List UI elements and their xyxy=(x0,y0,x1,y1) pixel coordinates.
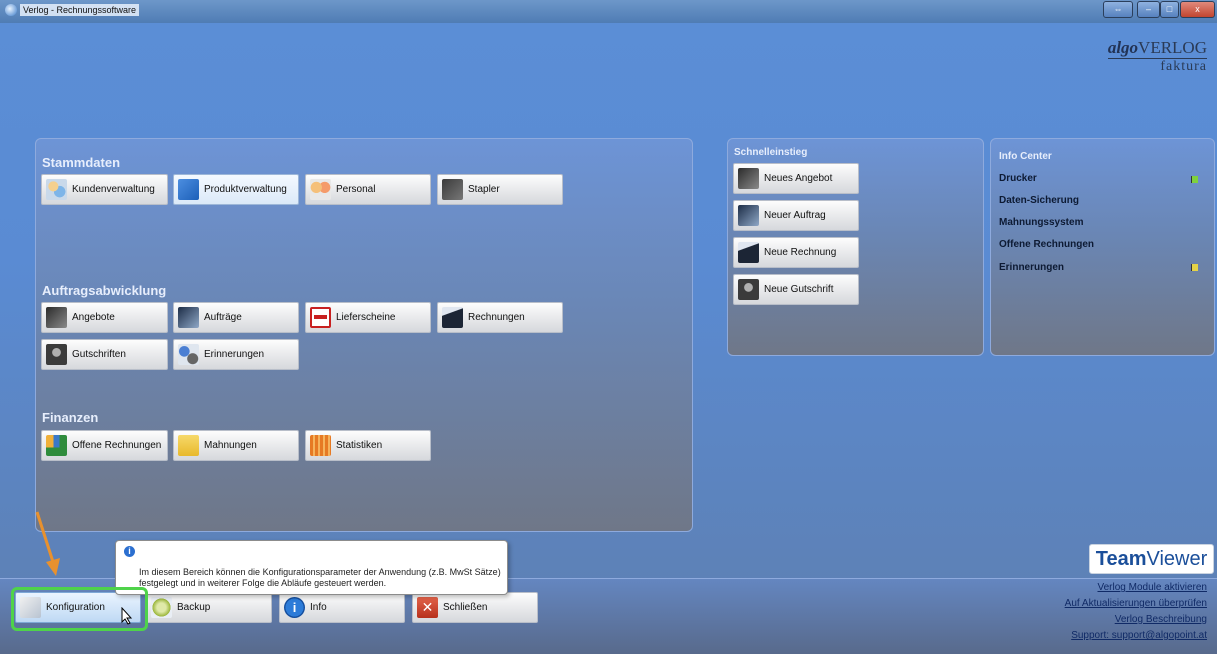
button-label: Neue Gutschrift xyxy=(764,284,834,295)
teamviewer-logo: TeamViewer xyxy=(1089,544,1214,574)
button-label: Personal xyxy=(336,184,376,195)
backup-icon xyxy=(151,597,172,618)
brand-logo: algoVERLOG faktura xyxy=(1107,38,1207,75)
button-label: Kundenverwaltung xyxy=(72,184,155,195)
tooltip-line-2: festgelegt und in weiterer Folge die Abl… xyxy=(139,578,387,588)
neue-rechnung-button[interactable]: Neue Rechnung xyxy=(733,237,859,268)
button-label: Aufträge xyxy=(204,312,242,323)
maximize-button[interactable]: □ xyxy=(1160,1,1179,18)
footer-links: Verlog Module aktivieren Auf Aktualisier… xyxy=(1065,582,1207,646)
customers-icon xyxy=(46,179,67,200)
section-title-finanzen: Finanzen xyxy=(42,410,99,425)
offene-rechnungen-button[interactable]: Offene Rechnungen xyxy=(41,430,168,461)
forklift-icon xyxy=(442,179,463,200)
quote-icon xyxy=(46,307,67,328)
button-label: Gutschriften xyxy=(72,349,126,360)
link-support[interactable]: Support: support@algopoint.at xyxy=(1065,630,1207,646)
button-label: Info xyxy=(310,602,327,613)
info-item-offene-rechnungen[interactable]: Offene Rechnungen xyxy=(999,239,1094,250)
statistiken-button[interactable]: Statistiken xyxy=(305,430,431,461)
backup-button[interactable]: Backup xyxy=(146,592,272,623)
erinnerungen-button[interactable]: Erinnerungen xyxy=(173,339,299,370)
button-label: Lieferscheine xyxy=(336,312,396,323)
green-flag-icon xyxy=(1191,176,1198,183)
neue-gutschrift-button[interactable]: Neue Gutschrift xyxy=(733,274,859,305)
link-beschreibung[interactable]: Verlog Beschreibung xyxy=(1065,614,1207,630)
link-module-aktivieren[interactable]: Verlog Module aktivieren xyxy=(1065,582,1207,598)
quick-access-title: Schnelleinstieg xyxy=(734,147,808,158)
button-label: Neuer Auftrag xyxy=(764,210,826,221)
logo-rest: VERLOG xyxy=(1138,38,1207,57)
order-icon xyxy=(178,307,199,328)
angebote-button[interactable]: Angebote xyxy=(41,302,168,333)
button-label: Stapler xyxy=(468,184,500,195)
new-invoice-icon xyxy=(738,242,759,263)
section-title-auftragsabwicklung: Auftragsabwicklung xyxy=(42,283,167,298)
button-label: Neues Angebot xyxy=(764,173,833,184)
arrow-annotation-icon xyxy=(35,511,60,576)
tooltip-line-1: Im diesem Bereich können die Konfigurati… xyxy=(139,567,501,577)
window-title: Verlog - Rechnungssoftware xyxy=(20,4,140,16)
button-label: Offene Rechnungen xyxy=(72,440,162,451)
schliessen-button[interactable]: ✕ Schließen xyxy=(412,592,538,623)
teamviewer-rest: Viewer xyxy=(1146,548,1208,570)
neuer-auftrag-button[interactable]: Neuer Auftrag xyxy=(733,200,859,231)
minimize-button[interactable]: – xyxy=(1137,1,1160,18)
close-window-button[interactable]: x xyxy=(1180,1,1215,18)
info-icon: i xyxy=(284,597,305,618)
new-order-icon xyxy=(738,205,759,226)
title-bar: Verlog - Rechnungssoftware ⇔ – □ x xyxy=(0,0,1217,23)
open-invoices-icon xyxy=(46,435,67,456)
restore-icon[interactable]: ⇔ xyxy=(1103,1,1133,18)
dunning-icon xyxy=(178,435,199,456)
new-credit-note-icon xyxy=(738,279,759,300)
logo-italic: algo xyxy=(1107,38,1139,57)
info-item-daten-sicherung[interactable]: Daten-Sicherung xyxy=(999,195,1079,206)
info-icon: i xyxy=(124,546,135,557)
statistics-icon xyxy=(310,435,331,456)
personal-button[interactable]: Personal xyxy=(305,174,431,205)
button-label: Neue Rechnung xyxy=(764,247,837,258)
products-icon xyxy=(178,179,199,200)
button-label: Backup xyxy=(177,602,211,613)
neues-angebot-button[interactable]: Neues Angebot xyxy=(733,163,859,194)
link-aktualisierungen[interactable]: Auf Aktualisierungen überprüfen xyxy=(1065,598,1207,614)
produktverwaltung-button[interactable]: Produktverwaltung xyxy=(173,174,299,205)
gutschriften-button[interactable]: Gutschriften xyxy=(41,339,168,370)
info-item-drucker[interactable]: Drucker xyxy=(999,173,1037,184)
new-quote-icon xyxy=(738,168,759,189)
reminder-icon xyxy=(178,344,199,365)
staff-icon xyxy=(310,179,331,200)
app-icon xyxy=(5,4,17,16)
info-item-mahnungssystem[interactable]: Mahnungssystem xyxy=(999,217,1083,228)
logo-product: faktura xyxy=(1160,59,1207,74)
rechnungen-button[interactable]: Rechnungen xyxy=(437,302,563,333)
close-icon: ✕ xyxy=(417,597,438,618)
lieferscheine-button[interactable]: Lieferscheine xyxy=(305,302,431,333)
invoice-icon xyxy=(442,307,463,328)
teamviewer-bold: Team xyxy=(1095,548,1147,570)
delivery-note-icon xyxy=(310,307,331,328)
button-label: Rechnungen xyxy=(468,312,525,323)
button-label: Schließen xyxy=(443,602,488,613)
button-label: Erinnerungen xyxy=(204,349,265,360)
mahnungen-button[interactable]: Mahnungen xyxy=(173,430,299,461)
stapler-button[interactable]: Stapler xyxy=(437,174,563,205)
button-label: Angebote xyxy=(72,312,115,323)
button-label: Mahnungen xyxy=(204,440,257,451)
auftraege-button[interactable]: Aufträge xyxy=(173,302,299,333)
kundenverwaltung-button[interactable]: Kundenverwaltung xyxy=(41,174,168,205)
info-item-erinnerungen[interactable]: Erinnerungen xyxy=(999,262,1064,273)
yellow-flag-icon xyxy=(1191,264,1198,271)
section-title-stammdaten: Stammdaten xyxy=(42,155,121,170)
button-label: Produktverwaltung xyxy=(204,184,287,195)
mouse-cursor-icon xyxy=(121,607,133,625)
configuration-tooltip: i Im diesem Bereich können die Konfigura… xyxy=(115,540,508,595)
info-button[interactable]: i Info xyxy=(279,592,405,623)
info-center-title: Info Center xyxy=(999,151,1052,162)
credit-note-icon xyxy=(46,344,67,365)
button-label: Statistiken xyxy=(336,440,383,451)
